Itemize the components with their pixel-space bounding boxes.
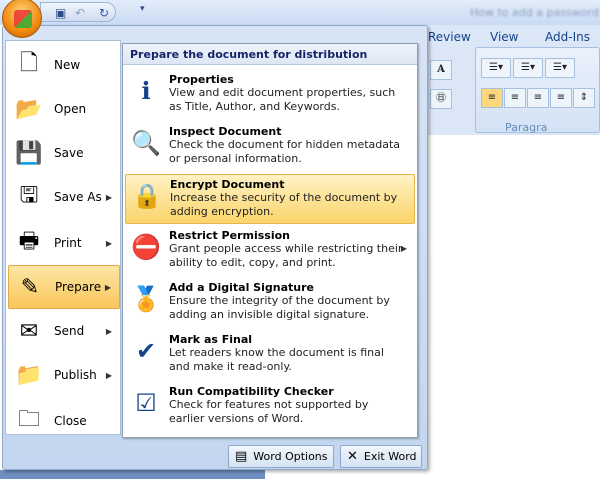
- submenu-arrow-icon: ▶: [105, 192, 112, 202]
- tab-view[interactable]: View: [490, 30, 518, 44]
- printer-icon: 🖶: [18, 229, 40, 254]
- submenu-arrow-icon: ▶: [400, 244, 407, 253]
- submenu-item-run-compatibility-checker[interactable]: ☑ Run Compatibility Checker Check for feat…: [125, 382, 415, 432]
- submenu-arrow-icon: ▶: [105, 370, 112, 380]
- close-folder-icon: 🗀: [17, 407, 40, 432]
- save-as-icon: 🖫: [19, 183, 39, 208]
- item-description: View and edit document properties, such …: [169, 86, 396, 113]
- menu-item-send[interactable]: ✉ Send ▶: [8, 309, 120, 353]
- quick-access-toolbar: ▣ ↶ ↻: [40, 2, 116, 22]
- enclose-char-button[interactable]: ㊐: [430, 89, 452, 109]
- customize-icon[interactable]: ▾: [140, 4, 145, 14]
- line-spacing-button[interactable]: ⇕: [573, 88, 595, 108]
- menu-item-close[interactable]: 🗀 Close: [8, 399, 120, 443]
- submenu-item-properties[interactable]: ℹ Properties View and edit document proper…: [125, 70, 415, 120]
- menu-item-print[interactable]: 🖶 Print ▶: [8, 221, 120, 265]
- submenu-item-add-a-digital-signature[interactable]: 🏅 Add a Digital Signature Ensure the integ…: [125, 278, 415, 328]
- font-style-button[interactable]: A: [430, 60, 452, 80]
- digital-signature-icon: 🏅: [131, 285, 161, 313]
- word-options-button[interactable]: ▤ Word Options: [228, 445, 334, 468]
- align-right-button[interactable]: ≡: [527, 88, 549, 108]
- options-icon: ▤: [235, 449, 248, 464]
- align-center-button[interactable]: ≡: [504, 88, 526, 108]
- menu-item-publish[interactable]: 📁 Publish ▶: [8, 353, 120, 397]
- menu-item-prepare[interactable]: ✎ Prepare ▶: [8, 265, 120, 309]
- submenu-item-restrict-permission[interactable]: ⛔ Restrict Permission Grant people access …: [125, 226, 415, 276]
- prepare-icon: ✎: [20, 274, 40, 300]
- menu-item-new[interactable]: 🗋 New: [8, 43, 120, 87]
- undo-icon[interactable]: ↶: [75, 6, 85, 20]
- left-menu: 🗋 New 📂 Open 💾 Save 🖫 Save As ▶ 🖶 Print ▶ ✎ Prepare ▶ ✉…: [5, 40, 121, 435]
- publish-icon: 📁: [15, 362, 43, 388]
- justify-button[interactable]: ≡: [550, 88, 572, 108]
- item-description: Grant people access while restricting th…: [169, 242, 403, 269]
- inspect-document-icon: 🔍: [131, 129, 161, 157]
- submenu-header: Prepare the document for distribution: [123, 44, 417, 65]
- item-title: Run Compatibility Checker: [169, 385, 334, 398]
- item-description: Check the document for hidden metadata o…: [169, 138, 401, 165]
- compatibility-checker-icon: ☑: [135, 389, 157, 417]
- properties-icon: ℹ: [141, 77, 151, 105]
- item-title: Add a Digital Signature: [169, 281, 314, 294]
- office-logo-icon: [14, 10, 32, 28]
- menu-item-open[interactable]: 📂 Open: [8, 87, 120, 131]
- item-title: Inspect Document: [169, 125, 282, 138]
- submenu-arrow-icon: ▶: [105, 238, 112, 248]
- item-description: Let readers know the document is final a…: [169, 346, 384, 373]
- prepare-submenu: Prepare the document for distribution ℹ P…: [122, 43, 418, 438]
- menu-item-save[interactable]: 💾 Save: [8, 131, 120, 175]
- window-title: How to add a password: [470, 6, 599, 19]
- exit-word-button[interactable]: ✕ Exit Word: [340, 445, 422, 468]
- item-description: Increase the security of the document by…: [170, 191, 398, 218]
- bullets-button[interactable]: ☰▾: [481, 58, 511, 78]
- redo-icon[interactable]: ↻: [99, 6, 109, 20]
- open-folder-icon: 📂: [15, 96, 43, 122]
- restrict-permission-icon: ⛔: [131, 233, 161, 261]
- align-left-button[interactable]: ≡: [481, 88, 503, 108]
- item-title: Mark as Final: [169, 333, 253, 346]
- item-title: Properties: [169, 73, 234, 86]
- item-description: Ensure the integrity of the document by …: [169, 294, 390, 321]
- new-document-icon: 🗋: [20, 51, 38, 76]
- mark-final-icon: ✔: [135, 337, 157, 365]
- submenu-item-inspect-document[interactable]: 🔍 Inspect Document Check the document for …: [125, 122, 415, 172]
- menu-item-save-as[interactable]: 🖫 Save As ▶: [8, 175, 120, 219]
- ribbon: Review View Add-Ins A ㊐ ☰▾ ☰▾ ☰▾ ≡ ≡ ≡ ≡…: [420, 25, 600, 135]
- item-description: Check for features not supported by earl…: [169, 398, 369, 425]
- tab-review[interactable]: Review: [428, 30, 471, 44]
- group-label: Paragra: [505, 121, 548, 134]
- multilevel-list-button[interactable]: ☰▾: [545, 58, 575, 78]
- item-title: Encrypt Document: [170, 178, 285, 191]
- office-menu: 🗋 New 📂 Open 💾 Save 🖫 Save As ▶ 🖶 Print ▶ ✎ Prepare ▶ ✉…: [2, 25, 428, 470]
- numbering-button[interactable]: ☰▾: [513, 58, 543, 78]
- submenu-arrow-icon: ▶: [105, 326, 112, 336]
- item-title: Restrict Permission: [169, 229, 290, 242]
- save-icon: 💾: [15, 140, 43, 166]
- submenu-item-mark-as-final[interactable]: ✔ Mark as Final Let readers know the docum…: [125, 330, 415, 380]
- submenu-item-encrypt-document[interactable]: 🔒 Encrypt Document Increase the security o…: [125, 174, 415, 224]
- submenu-arrow-icon: ▶: [104, 282, 111, 292]
- save-icon[interactable]: ▣: [55, 6, 66, 20]
- encrypt-lock-icon: 🔒: [132, 182, 162, 210]
- document-background: [0, 470, 265, 479]
- title-bar: ▣ ↶ ↻ ▾ How to add a password: [0, 0, 600, 25]
- close-x-icon: ✕: [347, 449, 358, 464]
- tab-add-ins[interactable]: Add-Ins: [545, 30, 590, 44]
- send-icon: ✉: [19, 318, 39, 344]
